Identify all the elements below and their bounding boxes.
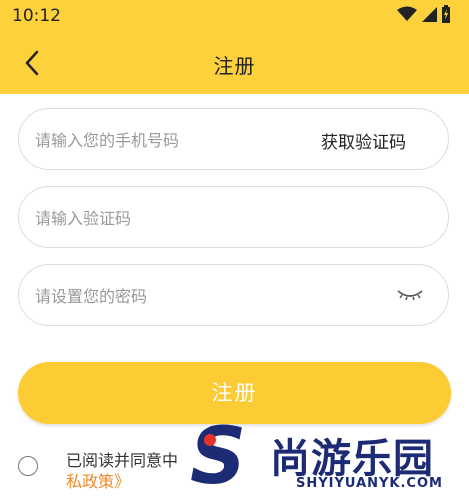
phone-input[interactable] xyxy=(33,109,297,171)
status-icons xyxy=(397,5,451,23)
agreement-checkbox[interactable] xyxy=(18,456,38,476)
status-time: 10:12 xyxy=(12,6,61,26)
watermark-name-en: SHYIYUANYK.COM xyxy=(296,476,443,491)
password-input[interactable] xyxy=(33,265,297,327)
app-bar: 注册 xyxy=(0,32,469,94)
phone-field: 获取验证码 xyxy=(18,108,449,171)
watermark-s-mark: S xyxy=(190,412,247,502)
eye-closed-icon[interactable] xyxy=(396,285,424,305)
page-title: 注册 xyxy=(213,54,256,78)
code-field xyxy=(18,186,449,249)
privacy-policy-link[interactable]: 私政策》 xyxy=(66,468,130,492)
wifi-icon xyxy=(397,6,417,21)
verification-code-input[interactable] xyxy=(33,187,297,249)
status-bar: 10:12 xyxy=(0,0,469,32)
password-field xyxy=(18,264,449,327)
watermark-dot xyxy=(204,434,216,446)
get-code-button[interactable]: 获取验证码 xyxy=(321,128,406,153)
watermark-logo: S 尚游乐园 SHYIYUANYK.COM xyxy=(188,418,469,496)
signal-icon xyxy=(422,7,437,22)
battery-charging-icon xyxy=(442,5,450,23)
